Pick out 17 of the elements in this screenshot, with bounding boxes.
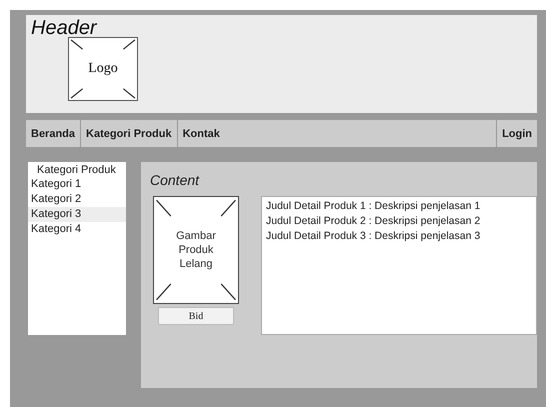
detail-item: Judul Detail Produk 1 : Deskripsi penjelasan 1 bbox=[266, 199, 482, 214]
header-title: Header bbox=[31, 18, 97, 38]
image-caption: Gambar Produk Lelang bbox=[175, 229, 217, 271]
detail-item: Judul Detail Produk 3 : Deskripsi penjelasan 3 bbox=[266, 229, 482, 244]
content-title: Content bbox=[150, 172, 200, 188]
nav-link[interactable]: Login bbox=[497, 120, 537, 147]
nav-link[interactable]: Kontak bbox=[178, 120, 498, 147]
detail-item: Judul Detail Produk 2 : Deskripsi penjelasan 2 bbox=[266, 214, 482, 229]
bid-button[interactable]: Bid bbox=[158, 307, 234, 325]
nav-link[interactable]: Beranda bbox=[26, 120, 82, 147]
sidebar-item[interactable]: Kategori 1 bbox=[28, 177, 126, 192]
sidebar-item[interactable]: Kategori 2 bbox=[28, 192, 126, 207]
logo-text: Logo bbox=[88, 61, 118, 77]
sidebar-item[interactable]: Kategori 3 bbox=[28, 207, 126, 222]
sidebar-title: Kategori Produk bbox=[36, 164, 117, 177]
nav-link[interactable]: Kategori Produk bbox=[81, 120, 178, 147]
sidebar-item[interactable]: Kategori 4 bbox=[28, 222, 126, 237]
